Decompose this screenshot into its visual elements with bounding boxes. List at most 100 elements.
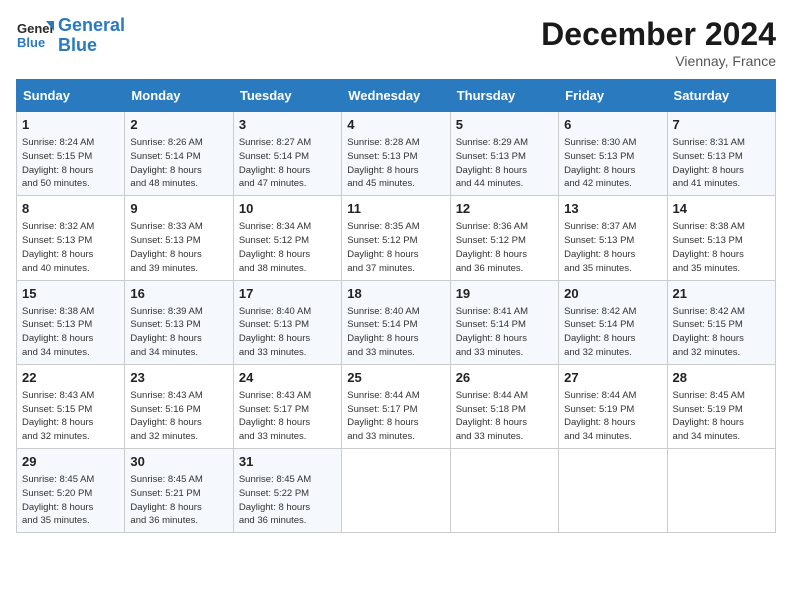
- day-info: Sunrise: 8:32 AM Sunset: 5:13 PM Dayligh…: [22, 220, 119, 275]
- header: General Blue General Blue December 2024 …: [16, 16, 776, 69]
- calendar-table: SundayMondayTuesdayWednesdayThursdayFrid…: [16, 79, 776, 533]
- day-info: Sunrise: 8:27 AM Sunset: 5:14 PM Dayligh…: [239, 136, 336, 191]
- day-cell: 19 Sunrise: 8:41 AM Sunset: 5:14 PM Dayli…: [450, 280, 558, 364]
- week-row: 8 Sunrise: 8:32 AM Sunset: 5:13 PM Daylig…: [17, 196, 776, 280]
- day-number: 8: [22, 200, 119, 218]
- day-cell: 28 Sunrise: 8:45 AM Sunset: 5:19 PM Dayli…: [667, 364, 775, 448]
- day-number: 31: [239, 453, 336, 471]
- day-info: Sunrise: 8:29 AM Sunset: 5:13 PM Dayligh…: [456, 136, 553, 191]
- day-info: Sunrise: 8:45 AM Sunset: 5:19 PM Dayligh…: [673, 389, 770, 444]
- day-number: 23: [130, 369, 227, 387]
- day-cell: [450, 449, 558, 533]
- day-info: Sunrise: 8:26 AM Sunset: 5:14 PM Dayligh…: [130, 136, 227, 191]
- day-info: Sunrise: 8:44 AM Sunset: 5:18 PM Dayligh…: [456, 389, 553, 444]
- week-row: 29 Sunrise: 8:45 AM Sunset: 5:20 PM Dayli…: [17, 449, 776, 533]
- day-info: Sunrise: 8:44 AM Sunset: 5:17 PM Dayligh…: [347, 389, 444, 444]
- day-number: 17: [239, 285, 336, 303]
- day-cell: 15 Sunrise: 8:38 AM Sunset: 5:13 PM Dayli…: [17, 280, 125, 364]
- day-cell: 27 Sunrise: 8:44 AM Sunset: 5:19 PM Dayli…: [559, 364, 667, 448]
- day-info: Sunrise: 8:43 AM Sunset: 5:17 PM Dayligh…: [239, 389, 336, 444]
- day-number: 11: [347, 200, 444, 218]
- day-info: Sunrise: 8:31 AM Sunset: 5:13 PM Dayligh…: [673, 136, 770, 191]
- day-info: Sunrise: 8:38 AM Sunset: 5:13 PM Dayligh…: [673, 220, 770, 275]
- day-info: Sunrise: 8:45 AM Sunset: 5:20 PM Dayligh…: [22, 473, 119, 528]
- day-number: 10: [239, 200, 336, 218]
- column-headers: SundayMondayTuesdayWednesdayThursdayFrid…: [17, 80, 776, 112]
- day-cell: 12 Sunrise: 8:36 AM Sunset: 5:12 PM Dayli…: [450, 196, 558, 280]
- day-cell: 7 Sunrise: 8:31 AM Sunset: 5:13 PM Daylig…: [667, 112, 775, 196]
- day-number: 30: [130, 453, 227, 471]
- day-info: Sunrise: 8:24 AM Sunset: 5:15 PM Dayligh…: [22, 136, 119, 191]
- day-cell: 26 Sunrise: 8:44 AM Sunset: 5:18 PM Dayli…: [450, 364, 558, 448]
- day-cell: 16Sunrise: 8:39 AM Sunset: 5:13 PM Dayli…: [125, 280, 233, 364]
- logo-icon: General Blue: [16, 17, 54, 55]
- day-cell: 2Sunrise: 8:26 AM Sunset: 5:14 PM Daylig…: [125, 112, 233, 196]
- logo: General Blue General Blue: [16, 16, 125, 56]
- week-row: 22 Sunrise: 8:43 AM Sunset: 5:15 PM Dayli…: [17, 364, 776, 448]
- day-cell: 11 Sunrise: 8:35 AM Sunset: 5:12 PM Dayli…: [342, 196, 450, 280]
- day-number: 19: [456, 285, 553, 303]
- day-info: Sunrise: 8:45 AM Sunset: 5:22 PM Dayligh…: [239, 473, 336, 528]
- day-cell: 13Sunrise: 8:37 AM Sunset: 5:13 PM Dayli…: [559, 196, 667, 280]
- day-number: 13: [564, 200, 661, 218]
- day-cell: [667, 449, 775, 533]
- day-info: Sunrise: 8:36 AM Sunset: 5:12 PM Dayligh…: [456, 220, 553, 275]
- day-cell: 21Sunrise: 8:42 AM Sunset: 5:15 PM Dayli…: [667, 280, 775, 364]
- logo-line1: General: [58, 15, 125, 35]
- day-info: Sunrise: 8:41 AM Sunset: 5:14 PM Dayligh…: [456, 305, 553, 360]
- day-cell: 9 Sunrise: 8:33 AM Sunset: 5:13 PM Daylig…: [125, 196, 233, 280]
- day-number: 27: [564, 369, 661, 387]
- day-number: 4: [347, 116, 444, 134]
- day-cell: 10 Sunrise: 8:34 AM Sunset: 5:12 PM Dayli…: [233, 196, 341, 280]
- col-header-saturday: Saturday: [667, 80, 775, 112]
- day-number: 28: [673, 369, 770, 387]
- day-info: Sunrise: 8:38 AM Sunset: 5:13 PM Dayligh…: [22, 305, 119, 360]
- col-header-sunday: Sunday: [17, 80, 125, 112]
- day-cell: 18 Sunrise: 8:40 AM Sunset: 5:14 PM Dayli…: [342, 280, 450, 364]
- col-header-friday: Friday: [559, 80, 667, 112]
- col-header-tuesday: Tuesday: [233, 80, 341, 112]
- day-number: 24: [239, 369, 336, 387]
- day-cell: [559, 449, 667, 533]
- day-cell: 6Sunrise: 8:30 AM Sunset: 5:13 PM Daylig…: [559, 112, 667, 196]
- day-number: 21: [673, 285, 770, 303]
- day-number: 22: [22, 369, 119, 387]
- day-info: Sunrise: 8:40 AM Sunset: 5:14 PM Dayligh…: [347, 305, 444, 360]
- day-cell: 23 Sunrise: 8:43 AM Sunset: 5:16 PM Dayli…: [125, 364, 233, 448]
- day-info: Sunrise: 8:28 AM Sunset: 5:13 PM Dayligh…: [347, 136, 444, 191]
- logo-line2: Blue: [58, 35, 97, 55]
- day-number: 7: [673, 116, 770, 134]
- day-cell: 8 Sunrise: 8:32 AM Sunset: 5:13 PM Daylig…: [17, 196, 125, 280]
- day-number: 3: [239, 116, 336, 134]
- day-cell: 17Sunrise: 8:40 AM Sunset: 5:13 PM Dayli…: [233, 280, 341, 364]
- day-cell: 14Sunrise: 8:38 AM Sunset: 5:13 PM Dayli…: [667, 196, 775, 280]
- logo-text: General Blue: [58, 16, 125, 56]
- day-info: Sunrise: 8:44 AM Sunset: 5:19 PM Dayligh…: [564, 389, 661, 444]
- col-header-wednesday: Wednesday: [342, 80, 450, 112]
- day-info: Sunrise: 8:33 AM Sunset: 5:13 PM Dayligh…: [130, 220, 227, 275]
- day-info: Sunrise: 8:43 AM Sunset: 5:16 PM Dayligh…: [130, 389, 227, 444]
- day-info: Sunrise: 8:35 AM Sunset: 5:12 PM Dayligh…: [347, 220, 444, 275]
- day-number: 18: [347, 285, 444, 303]
- day-info: Sunrise: 8:43 AM Sunset: 5:15 PM Dayligh…: [22, 389, 119, 444]
- day-number: 29: [22, 453, 119, 471]
- day-number: 9: [130, 200, 227, 218]
- day-info: Sunrise: 8:39 AM Sunset: 5:13 PM Dayligh…: [130, 305, 227, 360]
- month-title: December 2024: [541, 16, 776, 53]
- day-cell: 5Sunrise: 8:29 AM Sunset: 5:13 PM Daylig…: [450, 112, 558, 196]
- day-cell: 31 Sunrise: 8:45 AM Sunset: 5:22 PM Dayli…: [233, 449, 341, 533]
- location-title: Viennay, France: [541, 53, 776, 69]
- day-number: 26: [456, 369, 553, 387]
- week-row: 15 Sunrise: 8:38 AM Sunset: 5:13 PM Dayli…: [17, 280, 776, 364]
- day-cell: 20Sunrise: 8:42 AM Sunset: 5:14 PM Dayli…: [559, 280, 667, 364]
- day-cell: 22 Sunrise: 8:43 AM Sunset: 5:15 PM Dayli…: [17, 364, 125, 448]
- day-number: 1: [22, 116, 119, 134]
- day-number: 25: [347, 369, 444, 387]
- day-info: Sunrise: 8:34 AM Sunset: 5:12 PM Dayligh…: [239, 220, 336, 275]
- day-number: 15: [22, 285, 119, 303]
- col-header-monday: Monday: [125, 80, 233, 112]
- day-number: 12: [456, 200, 553, 218]
- day-cell: 1 Sunrise: 8:24 AM Sunset: 5:15 PM Daylig…: [17, 112, 125, 196]
- day-cell: 29 Sunrise: 8:45 AM Sunset: 5:20 PM Dayli…: [17, 449, 125, 533]
- svg-text:Blue: Blue: [17, 35, 45, 50]
